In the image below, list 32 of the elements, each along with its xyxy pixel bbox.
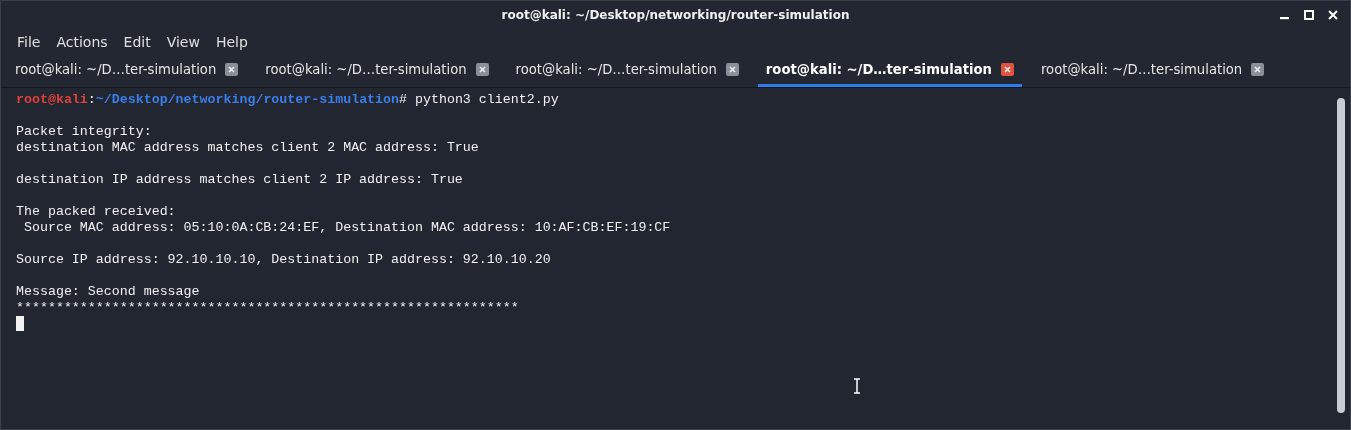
prompt-user: root@kali [16, 92, 88, 107]
menu-item[interactable]: Actions [48, 32, 116, 52]
menu-item[interactable]: View [158, 32, 208, 52]
terminal-tab[interactable]: root@kali: ~/D…ter-simulation [1032, 55, 1273, 87]
menu-item[interactable]: Help [207, 32, 256, 52]
prompt-separator: : [87, 92, 96, 107]
output-line: Source MAC address: 05:10:0A:CB:24:EF, Destination MAC address: 10:AF:CB:EF:19:CF [22, 220, 671, 235]
close-icon[interactable] [1328, 10, 1338, 20]
text-cursor [16, 316, 24, 331]
menu-item[interactable]: Edit [115, 32, 159, 52]
terminal-tab[interactable]: root@kali: ~/D…ter-simulation [7, 55, 247, 87]
ibeam-cursor-icon [853, 378, 861, 394]
output-line: *************************************************************** [16, 300, 519, 315]
output-line: destination IP address matches client 2 IP address: True [16, 172, 463, 187]
output-line: Message: Second message [16, 284, 200, 299]
close-icon[interactable] [1251, 63, 1265, 76]
prompt-path: ~/Desktop/networking/router-simulation [95, 92, 400, 107]
close-icon[interactable] [475, 63, 489, 76]
close-icon[interactable] [225, 63, 239, 76]
window-title: root@kali: ~/Desktop/networking/router-simulation [501, 8, 850, 22]
command-text: # python3 client2.py [399, 92, 559, 107]
close-icon[interactable] [725, 63, 739, 76]
output-line: Packet integrity: [16, 124, 152, 139]
terminal-tab[interactable]: root@kali: ~/D…ter-simulation [257, 55, 497, 87]
close-icon[interactable] [1000, 63, 1014, 76]
terminal-tab[interactable]: root@kali: ~/D…ter-simulation [507, 55, 747, 87]
maximize-icon[interactable] [1304, 10, 1314, 20]
output-line: destination MAC address matches client 2 MAC address: True [16, 140, 479, 155]
output-line: The packed received: [16, 204, 176, 219]
scrollbar[interactable] [1337, 98, 1345, 413]
menu-item[interactable]: File [9, 32, 49, 52]
output-line: Source IP address: 92.10.10.10, Destination IP address: 92.10.10.20 [16, 252, 551, 267]
